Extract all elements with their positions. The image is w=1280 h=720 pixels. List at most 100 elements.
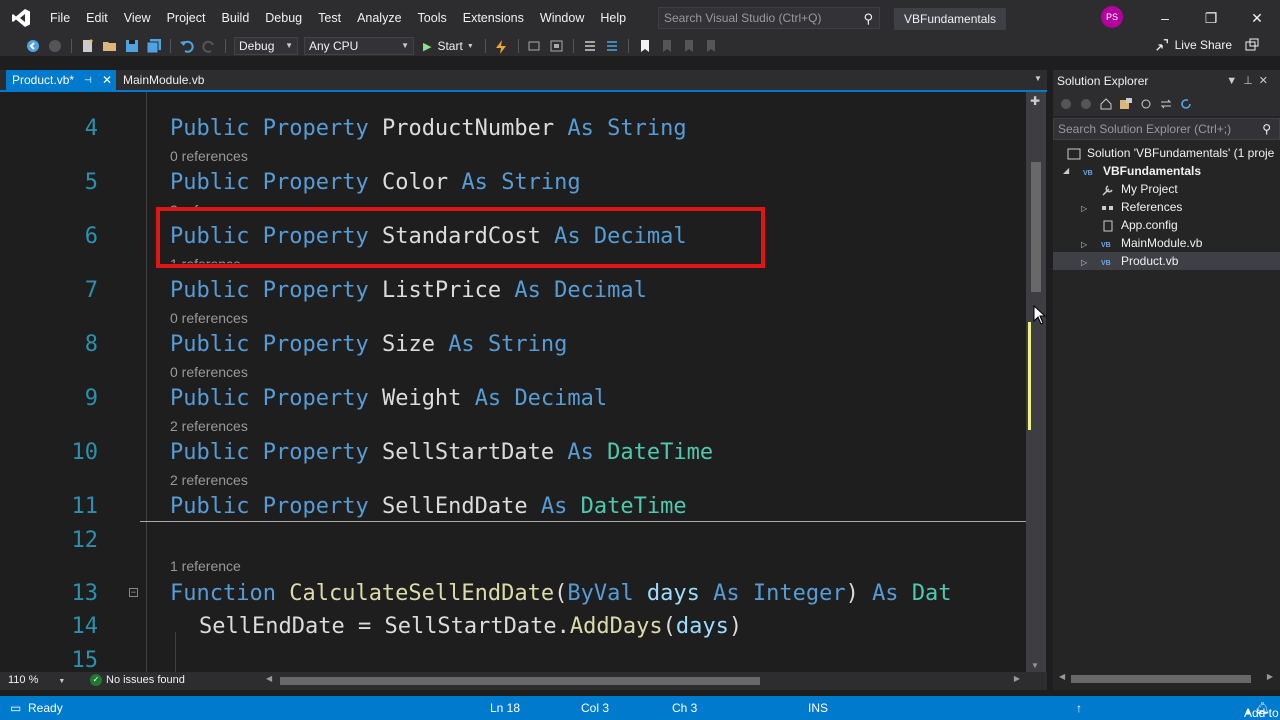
pin-icon[interactable]: ⊥ [1243,75,1259,87]
pending-changes-filter-icon[interactable] [1139,97,1153,111]
scrollbar-thumb[interactable] [280,677,760,685]
code-line-11[interactable]: Public Property SellEndDate As DateTime [170,494,687,519]
forward-icon[interactable] [1079,97,1093,111]
menu-extensions[interactable]: Extensions [455,0,532,36]
menu-project[interactable]: Project [159,0,214,36]
editor-vertical-scrollbar[interactable]: ✚ ▼ [1026,92,1046,672]
next-bookmark-icon[interactable] [681,38,697,54]
chevron-down-icon[interactable]: ▼ [1226,75,1243,87]
menu-view[interactable]: View [116,0,159,36]
scrollbar-thumb[interactable] [1031,162,1041,292]
solution-explorer-horizontal-scrollbar[interactable]: ◀ ▶ [1059,672,1273,684]
redo-icon[interactable] [201,38,217,54]
tree-item-mainmodule[interactable]: VB MainModule.vb [1101,234,1202,252]
navigate-back-icon[interactable] [25,38,41,54]
code-editor[interactable]: 4 Public Property ProductNumber As Strin… [0,92,1026,672]
code-line-4[interactable]: Public Property ProductNumber As String [170,116,687,141]
menu-file[interactable]: File [42,0,78,36]
menu-edit[interactable]: Edit [78,0,116,36]
codelens-references[interactable]: 2 references [170,472,248,488]
solution-platform-select[interactable]: Any CPU ▼ [304,37,414,55]
code-line-13[interactable]: Function CalculateSellEndDate(ByVal days… [170,581,952,606]
save-all-icon[interactable] [146,38,162,54]
feedback-icon[interactable] [1244,38,1260,54]
tree-item-project[interactable]: VB VBFundamentals [1083,162,1201,180]
scroll-right-icon[interactable]: ▶ [1267,672,1273,681]
codelens-references[interactable]: 0 references [170,148,248,164]
menu-analyze[interactable]: Analyze [349,0,409,36]
previous-bookmark-icon[interactable] [659,38,675,54]
scroll-left-icon[interactable]: ◀ [266,674,272,683]
solution-explorer-search-input[interactable]: Search Solution Explorer (Ctrl+;) ⚲ [1053,118,1280,140]
tab-list-dropdown-icon[interactable]: ▼ [1034,74,1042,83]
tab-mainmodule-vb[interactable]: MainModule.vb [117,70,210,90]
step-over-icon[interactable] [549,38,565,54]
back-icon[interactable] [1059,97,1073,111]
codelens-references[interactable]: 2 references [170,418,248,434]
status-insert-mode[interactable]: INS [808,701,828,715]
menu-help[interactable]: Help [592,0,634,36]
collapsed-arrow-icon[interactable]: ▷ [1081,240,1087,249]
scroll-down-icon[interactable]: ▼ [1031,661,1039,670]
close-window-icon[interactable]: ✕ [1234,0,1280,36]
collapse-icon[interactable]: − [129,588,138,597]
open-file-icon[interactable] [102,38,118,54]
menu-tools[interactable]: Tools [410,0,455,36]
code-line-8[interactable]: Public Property Size As String [170,332,567,357]
close-tab-icon[interactable]: ✕ [102,70,112,90]
comment-lines-icon[interactable] [582,38,598,54]
codelens-references[interactable]: 0 references [170,310,248,326]
issues-indicator[interactable]: ✓ No issues found [90,674,185,686]
collapsed-arrow-icon[interactable]: ▷ [1081,258,1087,267]
tree-item-my-project[interactable]: My Project [1101,180,1178,198]
live-share-button[interactable]: Live Share [1155,38,1232,52]
code-line-7[interactable]: Public Property ListPrice As Decimal [170,278,647,303]
tree-item-references[interactable]: References [1101,198,1182,216]
step-into-icon[interactable] [527,38,543,54]
refresh-icon[interactable] [1179,97,1193,111]
zoom-level-select[interactable]: 110 % ▼ [8,674,65,686]
close-icon[interactable]: ✕ [1259,75,1274,87]
collapsed-arrow-icon[interactable]: ▷ [1081,204,1087,213]
notifications-icon[interactable]: 🔔︎ [1255,701,1270,715]
scroll-right-icon[interactable]: ▶ [1014,674,1020,683]
start-debugging-button[interactable]: ▶ Start ▼ [423,39,474,53]
editor-horizontal-scrollbar[interactable]: ◀ ▶ [266,674,1020,686]
navigate-forward-icon[interactable] [47,38,63,54]
menu-test[interactable]: Test [310,0,349,36]
code-line-14[interactable]: SellEndDate = SellStartDate.AddDays(days… [199,614,742,639]
menu-window[interactable]: Window [532,0,592,36]
pin-icon[interactable]: ⊣ [84,70,92,90]
menu-debug[interactable]: Debug [257,0,310,36]
code-line-10[interactable]: Public Property SellStartDate As DateTim… [170,440,713,465]
tree-item-solution[interactable]: Solution 'VBFundamentals' (1 proje [1067,144,1274,162]
undo-icon[interactable] [179,38,195,54]
search-visual-studio-input[interactable]: Search Visual Studio (Ctrl+Q) ⚲ [658,7,880,29]
code-line-9[interactable]: Public Property Weight As Decimal [170,386,607,411]
tree-item-app-config[interactable]: App.config [1101,216,1178,234]
codelens-references[interactable]: 0 references [170,364,248,380]
visual-studio-logo-icon[interactable] [0,0,42,36]
scroll-left-icon[interactable]: ◀ [1059,672,1065,681]
clear-bookmarks-icon[interactable] [703,38,719,54]
save-icon[interactable] [124,38,140,54]
code-line-5[interactable]: Public Property Color As String [170,170,581,195]
minimize-icon[interactable]: – [1142,0,1188,36]
codelens-references[interactable]: 1 reference [170,558,241,574]
split-window-icon[interactable]: ✚ [1030,94,1040,108]
new-project-icon[interactable] [80,38,96,54]
home-icon[interactable] [1099,97,1113,111]
hot-reload-icon[interactable] [494,38,510,54]
type-name: Decimal [514,386,608,411]
avatar[interactable]: PS [1101,6,1123,28]
switch-views-icon[interactable] [1119,97,1133,111]
menu-build[interactable]: Build [213,0,257,36]
bookmark-icon[interactable] [637,38,653,54]
solution-configuration-select[interactable]: Debug ▼ [234,37,298,55]
tab-product-vb[interactable]: Product.vb* ⊣ ✕ [6,70,116,90]
restore-icon[interactable]: ❐ [1188,0,1234,36]
scrollbar-thumb[interactable] [1071,675,1251,683]
uncomment-lines-icon[interactable] [604,38,620,54]
expanded-arrow-icon[interactable]: ◢ [1063,166,1069,175]
sync-icon[interactable] [1159,97,1173,111]
